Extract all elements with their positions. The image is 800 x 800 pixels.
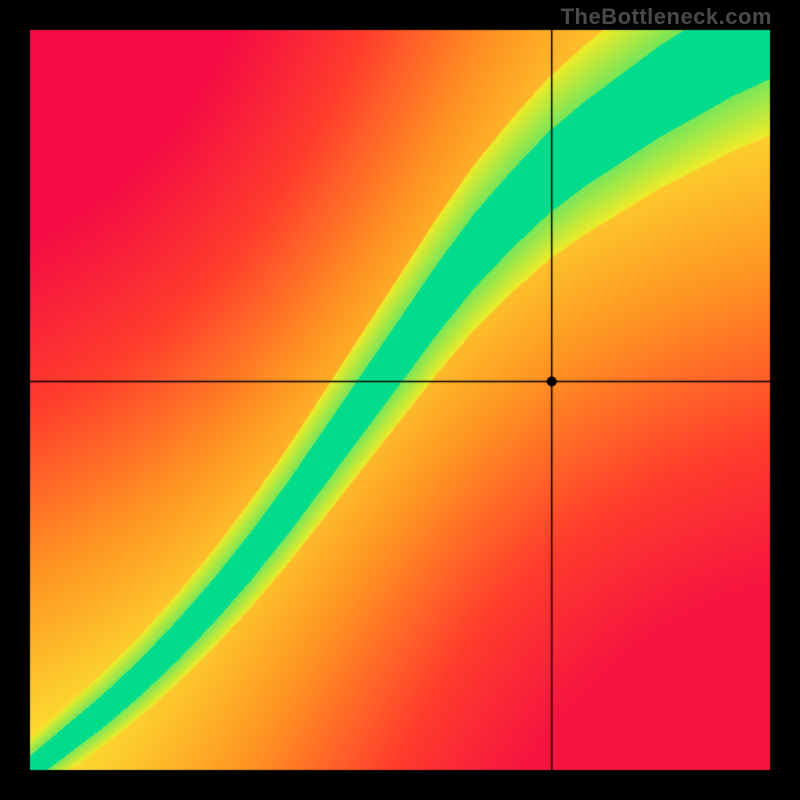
- chart-container: TheBottleneck.com: [0, 0, 800, 800]
- watermark-label: TheBottleneck.com: [561, 4, 772, 30]
- bottleneck-heatmap: [0, 0, 800, 800]
